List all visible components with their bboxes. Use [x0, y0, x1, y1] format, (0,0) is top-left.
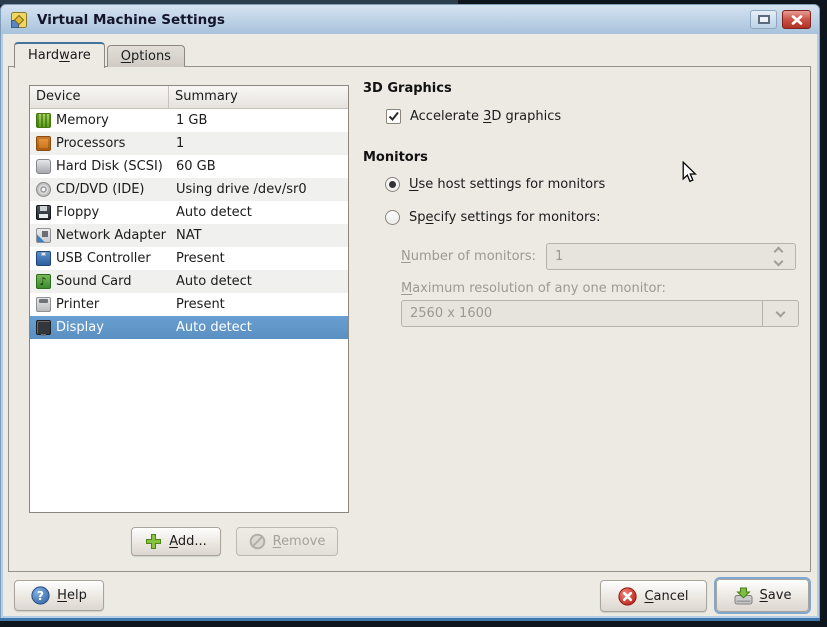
- floppy-icon: [36, 205, 51, 220]
- remove-button: Remove: [236, 527, 338, 556]
- sound-icon: [36, 274, 51, 289]
- chevron-down-icon: [776, 307, 786, 317]
- device-name: Processors: [52, 136, 169, 151]
- network-icon: [36, 228, 51, 243]
- maximize-button[interactable]: [750, 10, 777, 29]
- table-row[interactable]: Processors 1: [30, 132, 348, 155]
- tab-bar: Hardware Options: [14, 42, 185, 68]
- table-row[interactable]: Memory 1 GB: [30, 109, 348, 132]
- table-row[interactable]: Floppy Auto detect: [30, 201, 348, 224]
- device-summary: Auto detect: [169, 205, 348, 220]
- device-name: Printer: [52, 297, 169, 312]
- max-resolution-dropdown: 2560 x 1600: [401, 300, 799, 327]
- device-name: Display: [52, 320, 169, 335]
- maximize-icon: [758, 15, 770, 24]
- help-button-label: Help: [57, 588, 87, 603]
- device-summary: Present: [169, 251, 348, 266]
- svg-text:?: ?: [37, 589, 44, 603]
- use-host-label: Use host settings for monitors: [409, 177, 605, 192]
- device-summary: Auto detect: [169, 320, 348, 335]
- vmware-app-icon: [9, 10, 29, 30]
- harddisk-icon: [36, 159, 51, 174]
- dropdown-value: 2560 x 1600: [402, 306, 762, 321]
- device-name: USB Controller: [52, 251, 169, 266]
- number-of-monitors-label: Number of monitors:: [401, 249, 536, 264]
- chevron-down-icon: [773, 257, 783, 267]
- processors-icon: [36, 136, 51, 151]
- window-title: Virtual Machine Settings: [37, 12, 225, 28]
- spinner-chevrons: [765, 245, 795, 268]
- device-name: Floppy: [52, 205, 169, 220]
- device-summary: Using drive /dev/sr0: [169, 182, 348, 197]
- device-name: Network Adapter: [52, 228, 169, 243]
- device-summary: Auto detect: [169, 274, 348, 289]
- column-header-device[interactable]: Device: [30, 86, 169, 108]
- display-icon: [36, 320, 51, 335]
- cancel-button-label: Cancel: [644, 589, 688, 604]
- table-row[interactable]: Hard Disk (SCSI) 60 GB: [30, 155, 348, 178]
- table-row[interactable]: Display Auto detect: [30, 316, 348, 339]
- table-row[interactable]: Printer Present: [30, 293, 348, 316]
- usb-icon: [36, 251, 51, 266]
- save-icon: [734, 587, 753, 605]
- device-summary: 1 GB: [169, 113, 348, 128]
- number-of-monitors-spinner: 1: [546, 243, 796, 270]
- device-summary: Present: [169, 297, 348, 312]
- memory-icon: [36, 113, 51, 128]
- add-button[interactable]: Add...: [131, 527, 221, 556]
- device-name: CD/DVD (IDE): [52, 182, 169, 197]
- device-table-body: Memory 1 GB Processors 1 Hard Disk (SCSI…: [30, 109, 348, 512]
- specify-label: Specify settings for monitors:: [409, 210, 600, 225]
- device-table: Device Summary Memory 1 GB Processors 1 …: [29, 85, 349, 513]
- tab-hardware[interactable]: Hardware: [14, 42, 105, 68]
- device-name: Memory: [52, 113, 169, 128]
- table-row[interactable]: Sound Card Auto detect: [30, 270, 348, 293]
- remove-icon: [249, 533, 266, 550]
- use-host-radio[interactable]: [385, 177, 400, 192]
- checkmark-icon: [387, 110, 400, 123]
- cancel-button[interactable]: Cancel: [600, 580, 707, 612]
- chevron-up-icon: [773, 247, 783, 257]
- remove-button-label: Remove: [273, 534, 326, 549]
- help-button[interactable]: ? Help: [14, 580, 104, 611]
- dialog-body: Hardware Options Device Summary Memory 1…: [3, 34, 817, 616]
- close-button[interactable]: [782, 10, 811, 29]
- tab-options[interactable]: Options: [107, 45, 185, 67]
- 3d-graphics-heading: 3D Graphics: [363, 81, 452, 96]
- plus-icon: [145, 533, 162, 550]
- column-header-summary[interactable]: Summary: [169, 86, 348, 108]
- save-button-label: Save: [760, 588, 792, 603]
- max-resolution-label: Maximum resolution of any one monitor:: [401, 281, 666, 296]
- dropdown-button: [762, 301, 798, 326]
- close-icon: [791, 15, 803, 25]
- device-name: Hard Disk (SCSI): [52, 159, 169, 174]
- cancel-icon: [618, 587, 637, 606]
- table-row[interactable]: Network Adapter NAT: [30, 224, 348, 247]
- window-frame-bottom: [0, 618, 820, 621]
- specify-radio[interactable]: [385, 210, 400, 225]
- titlebar[interactable]: Virtual Machine Settings: [1, 5, 819, 34]
- save-button[interactable]: Save: [716, 579, 809, 612]
- accelerate-3d-checkbox[interactable]: [386, 109, 401, 124]
- device-summary: 60 GB: [169, 159, 348, 174]
- add-button-label: Add...: [169, 534, 207, 549]
- accelerate-3d-label: Accelerate 3D graphics: [410, 109, 561, 124]
- hardware-tab-panel: Device Summary Memory 1 GB Processors 1 …: [8, 66, 811, 572]
- cd-icon: [36, 182, 51, 197]
- device-table-header: Device Summary: [30, 86, 348, 109]
- vm-settings-window: Virtual Machine Settings Hardware Option…: [0, 4, 820, 621]
- spinner-value: 1: [547, 249, 765, 264]
- printer-icon: [36, 297, 51, 312]
- table-row[interactable]: USB Controller Present: [30, 247, 348, 270]
- table-row[interactable]: CD/DVD (IDE) Using drive /dev/sr0: [30, 178, 348, 201]
- help-icon: ?: [31, 586, 50, 605]
- device-name: Sound Card: [52, 274, 169, 289]
- monitors-heading: Monitors: [363, 150, 428, 165]
- device-summary: 1: [169, 136, 348, 151]
- device-summary: NAT: [169, 228, 348, 243]
